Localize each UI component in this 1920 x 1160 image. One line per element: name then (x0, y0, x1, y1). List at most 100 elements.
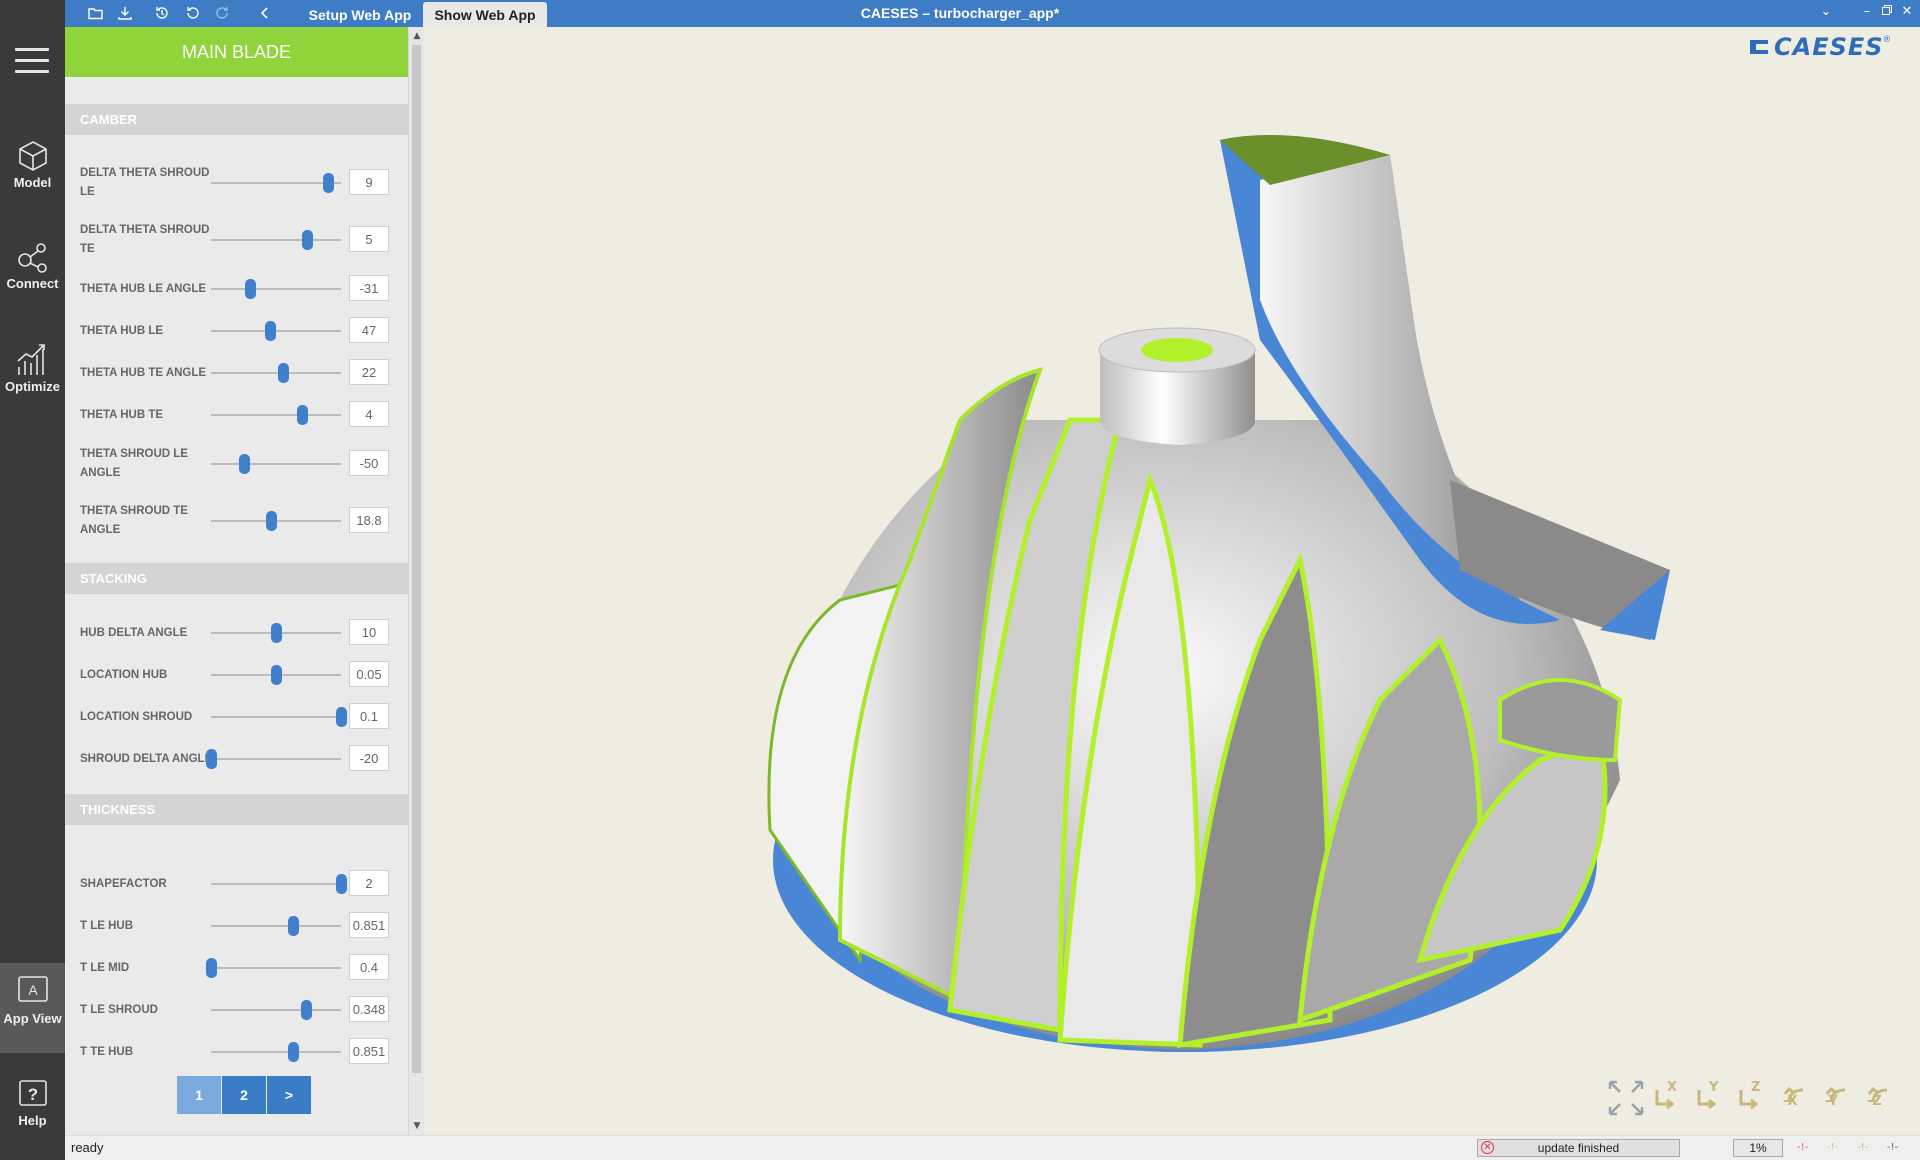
fit-view-icon[interactable] (1605, 1078, 1647, 1118)
param-value-input[interactable]: -50 (349, 450, 389, 476)
param-slider[interactable] (211, 623, 341, 643)
param-slider[interactable] (206, 958, 341, 978)
param-value-input[interactable]: 47 (349, 317, 389, 343)
slider-thumb[interactable] (271, 665, 282, 685)
slider-thumb[interactable] (300, 1000, 312, 1020)
slider-thumb[interactable] (297, 405, 308, 425)
param-value-input[interactable]: 0.851 (349, 912, 389, 938)
nav-help[interactable]: ? Help (0, 1071, 65, 1149)
nav-label: Help (18, 1113, 47, 1128)
help-icon: ? (18, 1080, 47, 1106)
param-value-input[interactable]: 5 (349, 226, 389, 252)
nav-connect[interactable]: Connect (0, 234, 65, 312)
param-value-input[interactable]: -31 (349, 275, 389, 301)
param-slider[interactable] (211, 665, 341, 685)
param-value-input[interactable]: 0.4 (349, 954, 389, 980)
param-row: THETA HUB TE 4 (65, 395, 408, 435)
param-slider[interactable] (211, 916, 341, 936)
svg-text:?: ? (27, 1085, 37, 1104)
param-row: THETA SHROUD TE ANGLE 18.8 (65, 501, 408, 541)
slider-thumb[interactable] (336, 707, 347, 727)
3d-viewport[interactable]: CAESES ® X Y Z -X -Y -Z (424, 27, 1920, 1135)
param-value-input[interactable]: 2 (349, 870, 389, 896)
scroll-down-icon[interactable]: ▼ (409, 1119, 425, 1133)
view-y-icon[interactable]: Y (1689, 1078, 1731, 1118)
page-2-button[interactable]: 2 (222, 1076, 266, 1114)
slider-thumb[interactable] (238, 454, 250, 474)
param-slider[interactable] (206, 749, 341, 769)
param-value-input[interactable]: 0.851 (349, 1038, 389, 1064)
param-row: DELTA THETA SHROUD LE 9 (65, 163, 408, 203)
slider-thumb[interactable] (336, 874, 347, 894)
view-z-icon[interactable]: Z (1731, 1078, 1773, 1118)
history-icon[interactable] (152, 3, 172, 23)
param-slider[interactable] (211, 1042, 341, 1062)
slider-thumb[interactable] (206, 749, 217, 769)
param-slider[interactable] (211, 1000, 341, 1020)
next-page-button[interactable]: > (267, 1076, 311, 1114)
nav-label: Connect (6, 276, 59, 291)
close-icon[interactable]: ✕ (1897, 2, 1917, 22)
chevron-down-icon[interactable]: ⌄ (1816, 2, 1836, 22)
param-slider[interactable] (211, 279, 341, 299)
param-slider[interactable] (211, 321, 341, 341)
param-value-input[interactable]: 0.348 (349, 996, 389, 1022)
slider-thumb[interactable] (271, 623, 282, 643)
status-indicator-icon: -!- (1797, 1142, 1809, 1153)
nav-model[interactable]: Model (0, 133, 65, 211)
param-slider[interactable] (211, 454, 341, 474)
param-value-input[interactable]: 0.1 (349, 703, 389, 729)
param-value-input[interactable]: 10 (349, 619, 389, 645)
slider-thumb[interactable] (245, 279, 256, 299)
param-slider[interactable] (211, 173, 341, 193)
status-indicator-icon: -!- (1887, 1142, 1899, 1153)
view-neg-y-icon[interactable]: -Y (1815, 1078, 1857, 1118)
param-label: T TE HUB (80, 1045, 134, 1058)
minimize-icon[interactable]: – (1857, 2, 1877, 22)
slider-thumb[interactable] (264, 321, 276, 341)
param-slider[interactable] (211, 363, 341, 383)
scroll-thumb[interactable] (412, 45, 421, 1073)
view-x-icon[interactable]: X (1647, 1078, 1689, 1118)
slider-thumb[interactable] (323, 173, 334, 193)
slider-thumb[interactable] (265, 511, 277, 531)
param-value-input[interactable]: 9 (349, 169, 389, 195)
hamburger-menu-icon[interactable] (15, 48, 49, 78)
save-icon[interactable] (115, 3, 135, 23)
slider-thumb[interactable] (287, 1042, 299, 1062)
slider-thumb[interactable] (206, 958, 217, 978)
slider-thumb[interactable] (277, 363, 289, 383)
redo-icon[interactable] (212, 3, 232, 23)
page-1-button[interactable]: 1 (177, 1076, 221, 1114)
param-slider[interactable] (211, 511, 341, 531)
back-icon[interactable] (255, 3, 275, 23)
param-slider[interactable] (211, 230, 341, 250)
param-row: THETA HUB LE 47 (65, 311, 408, 351)
nav-app-view[interactable]: A App View (0, 963, 65, 1053)
param-value-input[interactable]: 0.05 (349, 661, 389, 687)
scroll-up-icon[interactable]: ▲ (409, 29, 425, 43)
undo-icon[interactable] (183, 3, 203, 23)
open-folder-icon[interactable] (86, 3, 106, 23)
param-label: DELTA THETA SHROUD TE (80, 224, 210, 255)
param-slider[interactable] (211, 874, 347, 894)
slider-thumb[interactable] (302, 230, 314, 250)
param-slider[interactable] (211, 707, 347, 727)
param-label: THETA HUB TE (80, 408, 164, 421)
restore-icon[interactable] (1877, 2, 1897, 22)
impeller-model[interactable] (424, 27, 1920, 1135)
window-title: CAESES – turbocharger_app* (860, 5, 1060, 21)
tab-show-web-app[interactable]: Show Web App (423, 2, 547, 27)
param-value-input[interactable]: 4 (349, 401, 389, 427)
nav-optimize[interactable]: Optimize (0, 335, 65, 413)
param-value-input[interactable]: -20 (349, 745, 389, 771)
view-neg-x-icon[interactable]: -X (1773, 1078, 1815, 1118)
tab-setup-web-app[interactable]: Setup Web App (300, 2, 420, 27)
param-value-input[interactable]: 22 (349, 359, 389, 385)
slider-thumb[interactable] (287, 916, 299, 936)
param-slider[interactable] (211, 405, 341, 425)
panel-scrollbar[interactable]: ▲ ▼ (408, 27, 424, 1135)
param-label: SHROUD DELTA ANGLE (80, 752, 213, 765)
view-neg-z-icon[interactable]: -Z (1857, 1078, 1899, 1118)
param-value-input[interactable]: 18.8 (349, 507, 389, 533)
